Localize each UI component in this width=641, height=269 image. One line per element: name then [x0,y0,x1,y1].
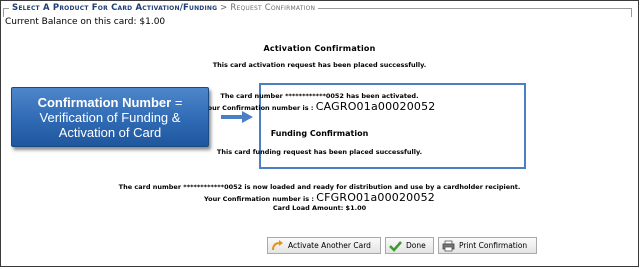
callout-line-3: Activation of Card [58,125,162,140]
activate-another-card-button[interactable]: Activate Another Card [267,237,381,254]
activation-message: This card activation request has been pl… [212,61,427,69]
breadcrumb-link[interactable]: Select A Product For Card Activation/Fun… [12,3,217,13]
current-balance: Current Balance on this card: $1.00 [5,17,166,27]
callout-line-1: Confirmation Number = [12,95,208,110]
activation-title: Activation Confirmation [263,44,376,53]
funding-confirmation-number: CFGRO01a00020052 [316,191,435,204]
page-frame: Select A Product For Card Activation/Fun… [0,0,639,267]
breadcrumb-current: Request Confirmation [230,3,316,13]
breadcrumb: Select A Product For Card Activation/Fun… [9,3,319,14]
funding-confirmation-label: Your Confirmation number is : [204,195,317,203]
funding-message: This card funding request has been place… [216,148,423,156]
print-confirmation-button[interactable]: Print Confirmation [438,237,537,254]
curved-arrow-icon [271,239,284,252]
checkmark-icon [389,240,402,252]
card-load-amount: Card Load Amount: $1.00 [272,204,367,212]
done-button[interactable]: Done [385,237,434,254]
funding-card-line: The card number ************0052 is now … [118,183,521,191]
activation-confirmation-number: CAGRO01a00020052 [315,100,436,113]
printer-icon [442,240,455,252]
funding-confirmation-line: Your Confirmation number is : CFGRO01a00… [1,191,638,204]
callout-arrow-icon [221,111,253,123]
print-confirmation-label: Print Confirmation [459,241,528,250]
done-label: Done [406,241,426,250]
breadcrumb-separator: > [220,3,228,13]
callout-line-2: Verification of Funding & [39,110,181,125]
callout-equals: = [171,95,183,110]
callout-bold: Confirmation Number [37,95,172,110]
confirmation-callout: Confirmation Number = Verification of Fu… [11,87,209,147]
activate-another-card-label: Activate Another Card [288,241,371,250]
